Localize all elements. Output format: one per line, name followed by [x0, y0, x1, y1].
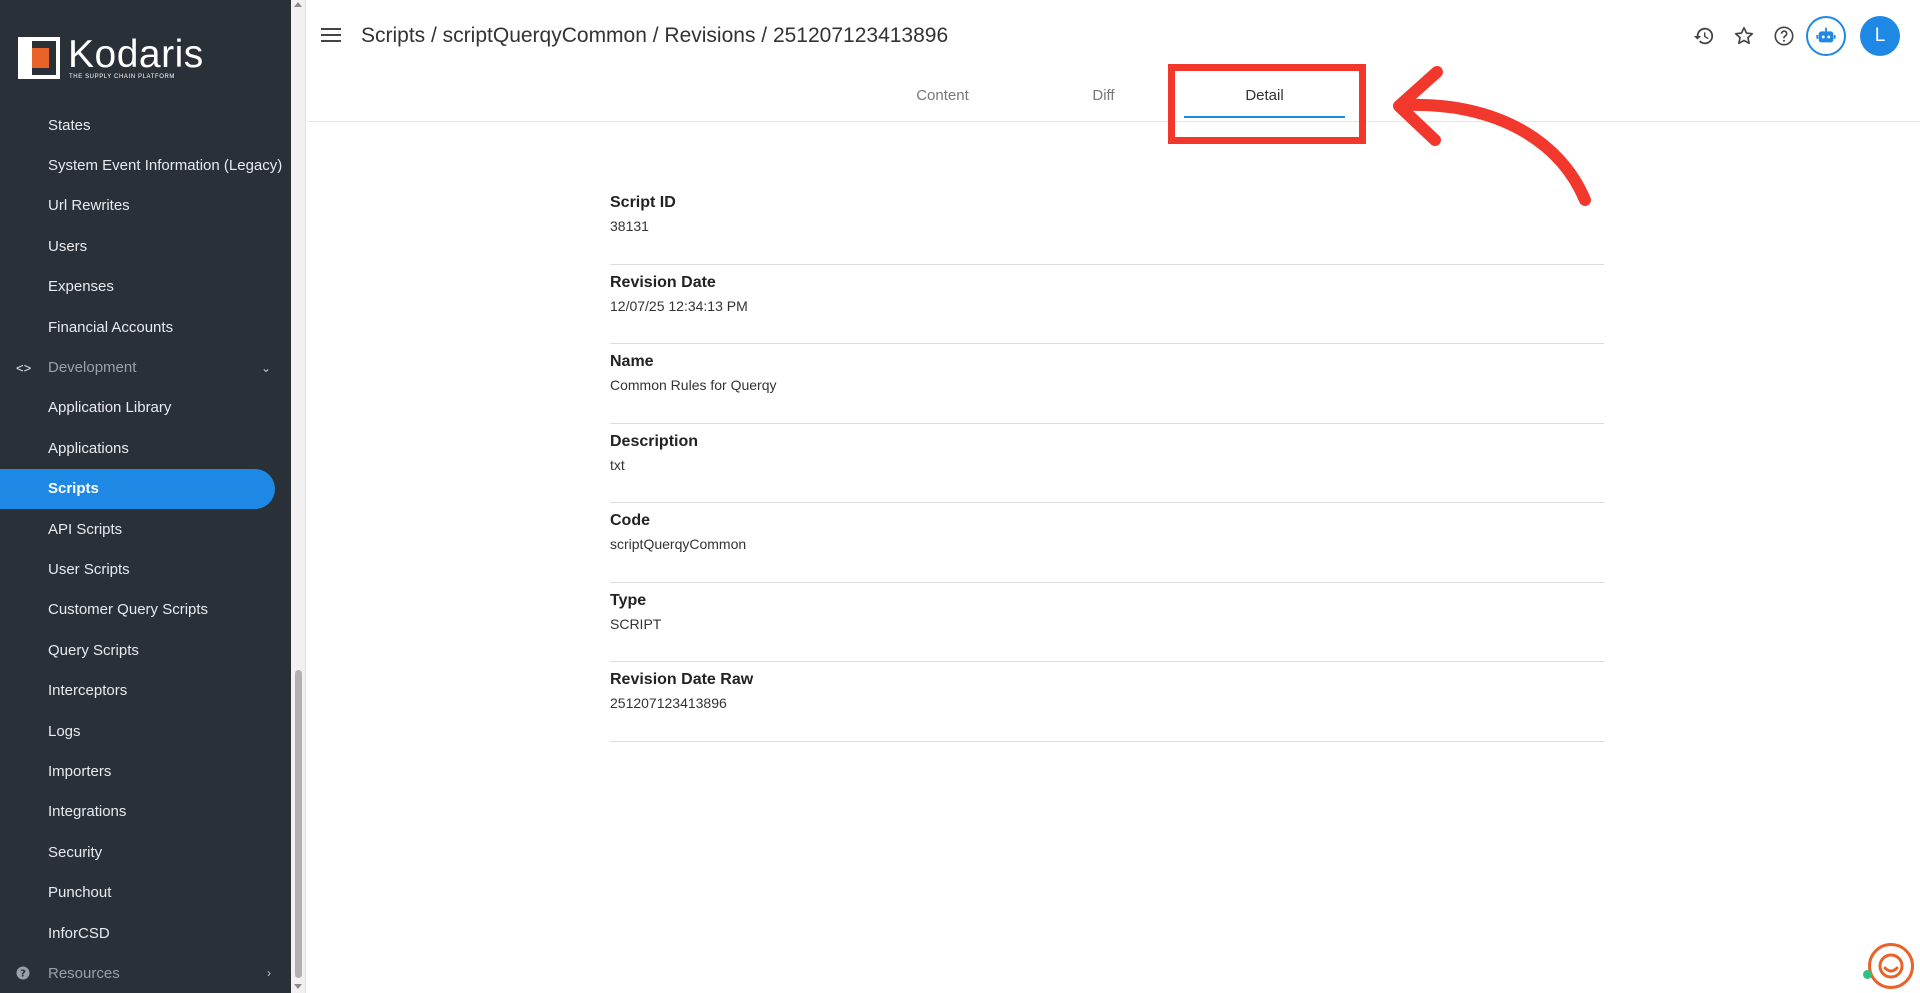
scroll-down-arrow-icon[interactable]: [294, 984, 302, 989]
app-root: Kodaris THE SUPPLY CHAIN PLATFORM States…: [0, 0, 1920, 993]
sidebar-section-resources[interactable]: ? Resources ›: [0, 953, 291, 993]
sidebar-item-states[interactable]: States: [0, 105, 291, 145]
sidebar-item-customer-query-scripts[interactable]: Customer Query Scripts: [0, 590, 291, 630]
sidebar-item-scripts[interactable]: Scripts: [0, 468, 275, 509]
field-description: Description txt: [610, 424, 1604, 503]
logo[interactable]: Kodaris THE SUPPLY CHAIN PLATFORM: [18, 34, 204, 82]
field-label: Code: [610, 512, 650, 529]
sidebar: Kodaris THE SUPPLY CHAIN PLATFORM States…: [0, 0, 291, 993]
field-label: Revision Date: [610, 273, 716, 291]
sidebar-item-expenses[interactable]: Expenses: [0, 267, 291, 307]
sidebar-item-financial-accounts[interactable]: Financial Accounts: [0, 307, 291, 347]
field-label: Name: [610, 353, 654, 370]
star-icon[interactable]: [1724, 16, 1764, 56]
brand-tagline: THE SUPPLY CHAIN PLATFORM: [69, 74, 176, 80]
brand-name: Kodaris: [68, 33, 204, 76]
scroll-up-arrow-icon[interactable]: [294, 2, 302, 7]
top-header: Scripts / scriptQuerqyCommon / Revisions…: [307, 0, 1920, 122]
field-value: Common Rules for Querqy: [610, 377, 777, 393]
field-value: txt: [610, 456, 625, 473]
sidebar-item-users[interactable]: Users: [0, 226, 291, 266]
sidebar-item-url-rewrites[interactable]: Url Rewrites: [0, 186, 291, 226]
field-value: 251207123413896: [610, 695, 727, 711]
sidebar-item-user-scripts[interactable]: User Scripts: [0, 549, 291, 589]
field-name: Name Common Rules for Querqy: [610, 344, 1604, 424]
field-revision-date-raw: Revision Date Raw 251207123413896: [610, 662, 1604, 742]
field-value: SCRIPT: [610, 615, 662, 632]
field-revision-date: Revision Date 12/07/25 12:34:13 PM: [610, 265, 1604, 344]
help-icon[interactable]: [1764, 16, 1804, 56]
sidebar-scrollbar[interactable]: [291, 0, 306, 993]
sidebar-item-query-scripts[interactable]: Query Scripts: [0, 630, 291, 670]
online-status-dot: [1863, 970, 1872, 979]
help-circle-icon: ?: [16, 966, 30, 980]
sidebar-item-applications[interactable]: Applications: [0, 428, 291, 468]
field-code: Code scriptQuerqyCommon: [610, 503, 1604, 583]
breadcrumb: Scripts / scriptQuerqyCommon / Revisions…: [361, 24, 949, 47]
sidebar-item-inforcsd[interactable]: InforCSD: [0, 913, 291, 953]
sidebar-item-punchout[interactable]: Punchout: [0, 872, 291, 912]
sidebar-item-system-event-information[interactable]: System Event Information (Legacy): [0, 145, 291, 185]
sidebar-item-importers[interactable]: Importers: [0, 751, 291, 791]
kodaris-logo-icon: [18, 37, 60, 79]
svg-text:?: ?: [20, 969, 26, 980]
field-label: Type: [610, 591, 647, 609]
bot-icon[interactable]: [1806, 16, 1846, 56]
sidebar-item-interceptors[interactable]: Interceptors: [0, 670, 291, 710]
field-type: Type SCRIPT: [610, 583, 1604, 662]
sidebar-nav: States System Event Information (Legacy)…: [0, 105, 291, 993]
tab-content[interactable]: Content: [862, 76, 1023, 120]
field-script-id: Script ID 38131: [610, 185, 1604, 265]
sidebar-item-integrations[interactable]: Integrations: [0, 792, 291, 832]
field-value: scriptQuerqyCommon: [610, 536, 747, 552]
header-actions: L: [1684, 16, 1900, 56]
user-avatar[interactable]: L: [1860, 16, 1900, 56]
field-label: Revision Date Raw: [610, 671, 754, 688]
sidebar-item-api-scripts[interactable]: API Scripts: [0, 509, 291, 549]
sidebar-item-application-library[interactable]: Application Library: [0, 388, 291, 428]
hamburger-menu-icon[interactable]: [319, 24, 343, 48]
chevron-down-icon: ⌄: [260, 360, 271, 375]
chat-widget-button[interactable]: [1863, 943, 1914, 989]
revision-details: Script ID 38131 Revision Date 12/07/25 1…: [610, 185, 1604, 742]
sidebar-item-logs[interactable]: Logs: [0, 711, 291, 751]
field-value: 12/07/25 12:34:13 PM: [610, 297, 748, 314]
code-icon: <>: [16, 360, 32, 376]
history-icon[interactable]: [1684, 16, 1724, 56]
field-value: 38131: [610, 218, 649, 234]
field-label: Description: [610, 432, 699, 450]
chevron-right-icon: ›: [267, 966, 271, 981]
annotation-highlight-box: [1168, 64, 1366, 144]
sidebar-section-development[interactable]: <> Development ⌄: [0, 347, 291, 387]
scrollbar-thumb[interactable]: [295, 670, 302, 978]
sidebar-item-security[interactable]: Security: [0, 832, 291, 872]
chat-icon: [1878, 953, 1904, 979]
field-label: Script ID: [610, 194, 676, 211]
tab-diff[interactable]: Diff: [1023, 76, 1184, 120]
